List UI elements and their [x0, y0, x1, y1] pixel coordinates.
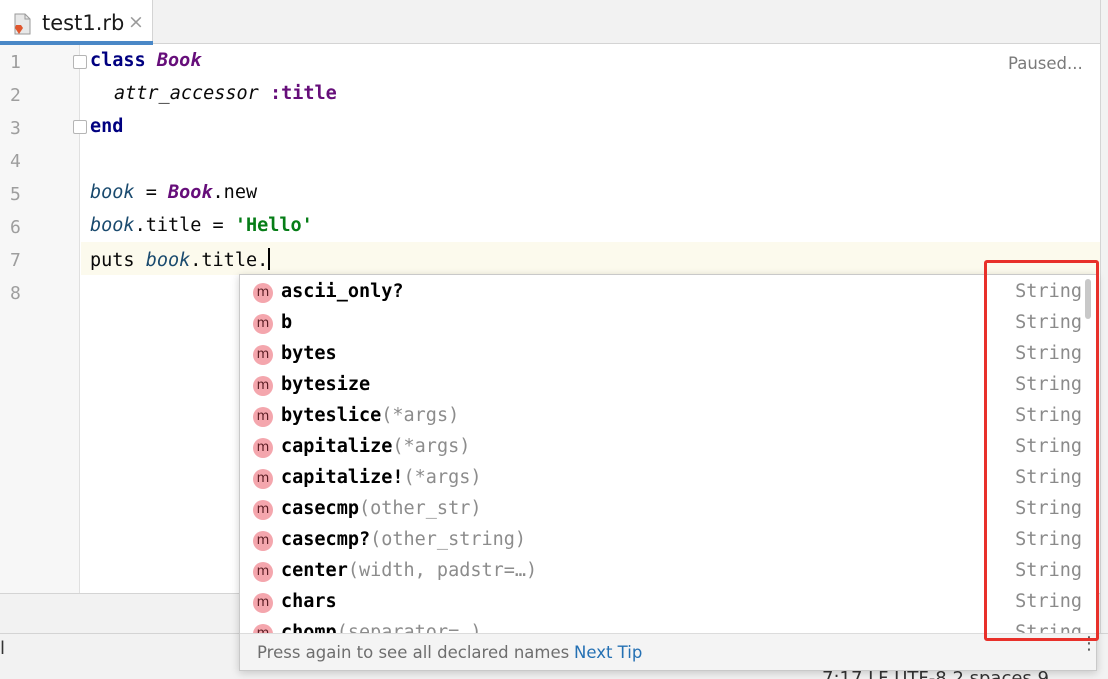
- code-line-1: class Book: [90, 50, 202, 71]
- text-caret: [268, 248, 271, 270]
- ruby-file-icon: [14, 13, 31, 35]
- line-number: 6: [10, 217, 21, 238]
- method-icon: m: [253, 345, 273, 365]
- line-number: 2: [10, 85, 21, 106]
- method-icon: m: [253, 469, 273, 489]
- method-icon: m: [253, 531, 273, 551]
- line-number: 7: [10, 250, 21, 271]
- method-icon: m: [253, 438, 273, 458]
- code-line-6: book.title = 'Hello': [90, 215, 313, 236]
- list-item[interactable]: m bytesize String: [240, 370, 1096, 401]
- more-options-icon[interactable]: ⋮: [1080, 635, 1096, 653]
- list-item[interactable]: m b String: [240, 308, 1096, 339]
- method-icon: m: [253, 593, 273, 613]
- line-number: 4: [10, 151, 21, 172]
- method-icon: m: [253, 500, 273, 520]
- list-item[interactable]: m byteslice(*args) String: [240, 401, 1096, 432]
- line-number: 8: [10, 283, 21, 304]
- tab-test1-rb[interactable]: test1.rb ×: [0, 0, 153, 45]
- completion-hint: Press again to see all declared names: [257, 643, 570, 662]
- list-item[interactable]: m bytes String: [240, 339, 1096, 370]
- list-item[interactable]: m capitalize!(*args) String: [240, 463, 1096, 494]
- tab-label: test1.rb: [42, 11, 125, 35]
- method-icon: m: [253, 314, 273, 334]
- line-number: 5: [10, 184, 21, 205]
- code-completion-popup: m ascii_only? String m b String m bytes String…: [239, 274, 1097, 671]
- code-line-5: book = Book.new: [90, 182, 258, 203]
- tool-window-label: l: [0, 638, 6, 659]
- list-item[interactable]: m capitalize(*args) String: [240, 432, 1096, 463]
- completion-scrollbar[interactable]: [1085, 279, 1091, 319]
- editor-tab-bar: test1.rb ×: [0, 0, 1108, 45]
- method-icon: m: [253, 283, 273, 303]
- method-icon: m: [253, 562, 273, 582]
- code-line-7: puts book.title.: [90, 248, 271, 271]
- line-number: 3: [10, 118, 21, 139]
- list-item[interactable]: m chars String: [240, 587, 1096, 618]
- next-tip-link[interactable]: Next Tip: [574, 643, 642, 662]
- close-icon[interactable]: ×: [128, 12, 144, 32]
- completion-footer: Press again to see all declared names Ne…: [240, 633, 1096, 670]
- line-number: 1: [10, 52, 21, 73]
- method-icon: m: [253, 407, 273, 427]
- list-item[interactable]: m ascii_only? String: [240, 277, 1096, 308]
- list-item[interactable]: mchomp(separator=…)String: [240, 618, 1096, 633]
- completion-list[interactable]: m ascii_only? String m b String m bytes String…: [240, 275, 1096, 633]
- method-icon: m: [253, 376, 273, 396]
- method-icon: m: [253, 624, 273, 633]
- list-item[interactable]: m center(width, padstr=…) String: [240, 556, 1096, 587]
- status-paused: Paused...: [1008, 54, 1083, 73]
- code-line-3: end: [90, 116, 124, 137]
- code-line-2: attr_accessor :title: [114, 83, 337, 104]
- editor-right-edge: [1100, 0, 1108, 679]
- list-item[interactable]: m casecmp(other_str) String: [240, 494, 1096, 525]
- list-item[interactable]: m casecmp?(other_string) String: [240, 525, 1096, 556]
